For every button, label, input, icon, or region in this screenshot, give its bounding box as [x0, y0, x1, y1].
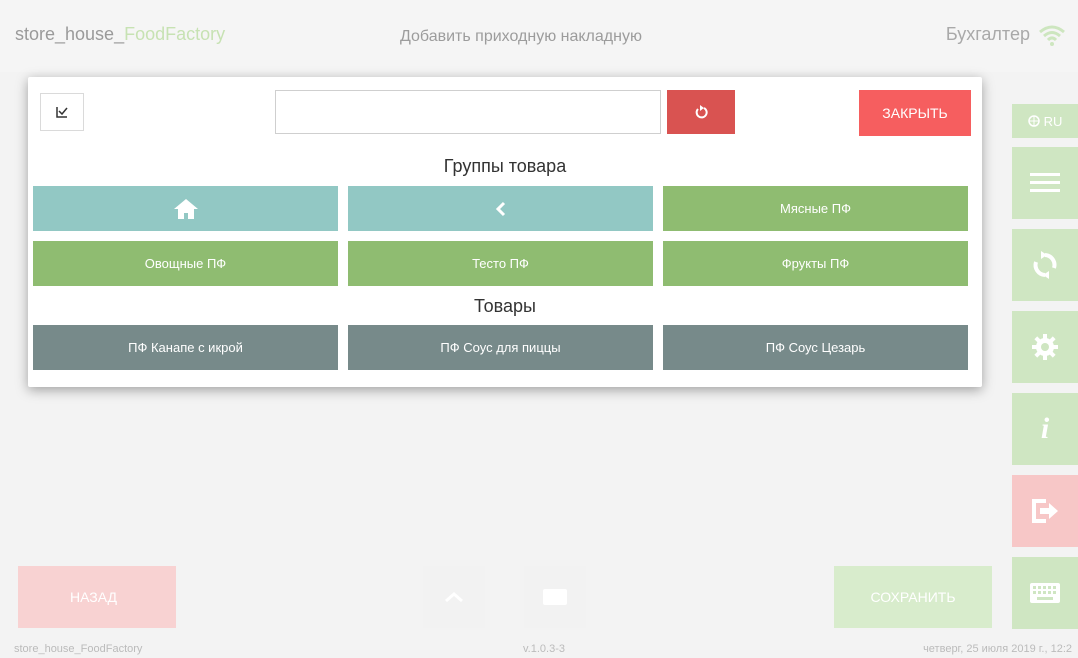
user-role: Бухгалтер: [945, 24, 1030, 44]
reset-button[interactable]: [667, 90, 735, 134]
scroll-up-button[interactable]: [423, 566, 485, 628]
chevron-up-icon: [445, 592, 463, 603]
keyboard-icon: [1030, 583, 1060, 603]
home-icon: [173, 198, 198, 219]
status-date: четверг, 25 июля 2019 г., 12:2: [923, 643, 1072, 655]
info-button[interactable]: i: [1012, 393, 1078, 465]
back-group-button[interactable]: [348, 186, 653, 231]
info-icon: i: [1040, 412, 1050, 445]
checklist-icon: [56, 107, 68, 118]
group-tile[interactable]: Овощные ПФ: [33, 241, 338, 286]
back-button[interactable]: НАЗАД: [18, 566, 176, 628]
select-mode-button[interactable]: [40, 93, 84, 131]
products-title: Товары: [474, 296, 536, 316]
wifi-icon: [1039, 25, 1065, 46]
settings-icon: [1032, 334, 1058, 360]
sync-icon: [1033, 251, 1057, 279]
language-label: RU: [1043, 113, 1063, 129]
undo-icon: [695, 105, 708, 119]
close-button[interactable]: ЗАКРЫТЬ: [859, 90, 971, 136]
search-input[interactable]: [275, 90, 661, 134]
product-tile[interactable]: ПФ Соус Цезарь: [663, 325, 968, 370]
page-title: Добавить приходную накладную: [400, 28, 642, 45]
product-picker-dialog: ЗАКРЫТЬ Группы товара Мясные ПФ Овощные …: [28, 77, 982, 387]
top-bar: store_house_FoodFactory Добавить приходн…: [0, 0, 1078, 72]
menu-icon: [1030, 173, 1060, 192]
keyboard-button[interactable]: [1012, 557, 1078, 629]
group-tile[interactable]: Фрукты ПФ: [663, 241, 968, 286]
status-bar: store_house_FoodFactory v.1.0.3-3 четвер…: [0, 634, 1078, 658]
group-tile[interactable]: Тесто ПФ: [348, 241, 653, 286]
keyboard-small-icon: [543, 589, 567, 605]
chevron-left-icon: [495, 201, 505, 216]
sync-button[interactable]: [1012, 229, 1078, 301]
settings-button[interactable]: [1012, 311, 1078, 383]
product-tile[interactable]: ПФ Соус для пиццы: [348, 325, 653, 370]
status-version: v.1.0.3-3: [523, 643, 565, 655]
groups-title: Группы товара: [443, 156, 567, 176]
menu-button[interactable]: [1012, 147, 1078, 219]
save-button[interactable]: СОХРАНИТЬ: [834, 566, 992, 628]
home-button[interactable]: [33, 186, 338, 231]
product-tile[interactable]: ПФ Канапе с икрой: [33, 325, 338, 370]
group-tile[interactable]: Мясные ПФ: [663, 186, 968, 231]
status-app-name: store_house_FoodFactory: [14, 643, 143, 655]
logout-button[interactable]: [1012, 475, 1078, 547]
language-button[interactable]: RU: [1012, 104, 1078, 138]
app-title: store_house_FoodFactory: [15, 24, 225, 45]
keyboard-toggle-button[interactable]: [524, 566, 586, 628]
logout-icon: [1032, 499, 1058, 523]
app-title-accent: FoodFactory: [124, 24, 226, 44]
globe-icon: [1027, 115, 1040, 127]
app-title-main: store_house_: [15, 24, 125, 44]
